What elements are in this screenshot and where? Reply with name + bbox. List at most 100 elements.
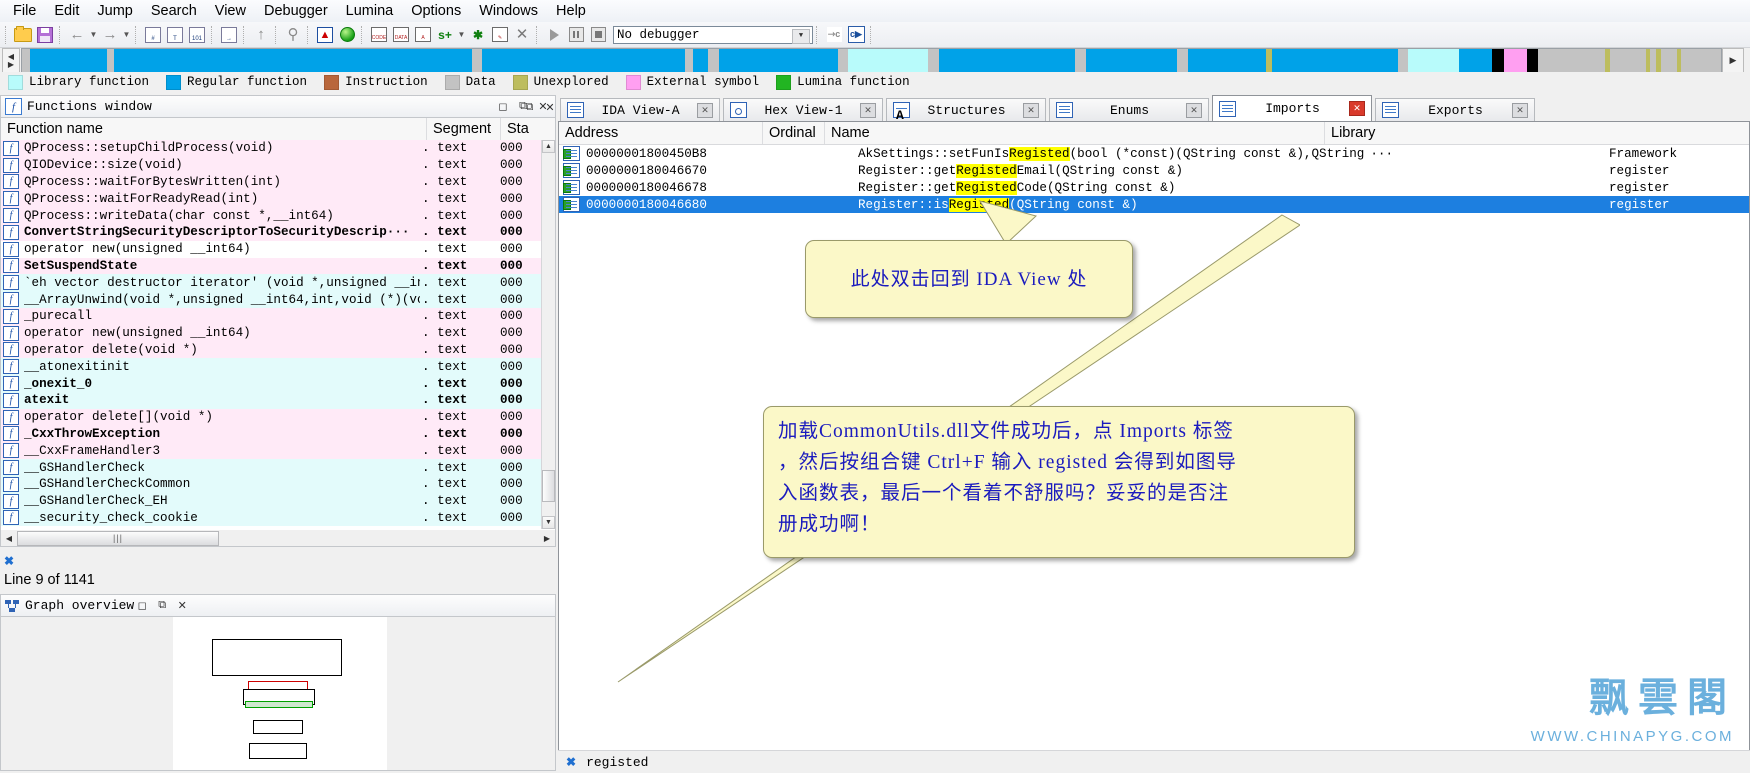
table-row[interactable]: f _purecall . text 000 [1, 307, 542, 325]
make-data-icon[interactable]: DATA [390, 24, 412, 46]
undefine-icon[interactable]: ✕ [511, 24, 533, 46]
column-header-function-name[interactable]: Function name [1, 118, 427, 140]
table-row[interactable]: f operator new(unsigned __int64) . text 000 [1, 324, 542, 342]
tab-close-icon[interactable]: ✕ [1023, 102, 1039, 118]
functions-vertical-scrollbar[interactable]: ▲ ▼ [541, 140, 555, 529]
menu-item-search[interactable]: Search [142, 1, 206, 21]
table-row[interactable]: f QProcess::setupChildProcess(void) . text… [1, 140, 542, 157]
column-header-ordinal[interactable]: Ordinal [763, 122, 825, 144]
tab-close-icon[interactable]: ✕ [860, 102, 876, 118]
nav-band-scroll-arrows[interactable]: ◀ ▶ [2, 48, 20, 73]
table-row[interactable]: f __atonexitinit . text 000 [1, 358, 542, 376]
scroll-up-arrow-icon[interactable]: ▲ [542, 140, 555, 153]
table-row[interactable]: 00000001800450B8 AkSettings::setFunIsRegi… [559, 145, 1749, 162]
run-to-cursor-c-icon[interactable]: c▶ [845, 24, 867, 46]
tab-hex-view-1[interactable]: Hex View-1 ✕ [723, 98, 883, 121]
string-type-chevron-down-icon[interactable]: ▼ [456, 24, 467, 46]
make-array-icon[interactable]: A [412, 24, 434, 46]
scroll-left-arrow-icon[interactable]: ◀ [1, 531, 17, 546]
menu-item-edit[interactable]: Edit [45, 1, 88, 21]
make-code-icon[interactable]: CODE [368, 24, 390, 46]
navigate-forward-icon[interactable]: → [99, 24, 121, 46]
nav-band-overflow-icon[interactable]: ▶ [1722, 48, 1744, 73]
table-row[interactable]: f atexit . text 000 [1, 391, 542, 409]
menu-item-view[interactable]: View [206, 1, 255, 21]
table-row[interactable]: f operator new(unsigned __int64) . text 000 [1, 241, 542, 258]
restore-icon[interactable]: ⧉ [154, 598, 170, 614]
tab-ida-view-a[interactable]: IDA View-A ✕ [560, 98, 720, 121]
table-row[interactable]: f QProcess::writeData(char const *,__int6… [1, 207, 542, 224]
table-row[interactable]: 0000000180046670 Register::getRegistedEma… [559, 162, 1749, 179]
edit-function-icon[interactable]: ✎ [489, 24, 511, 46]
menu-item-jump[interactable]: Jump [88, 1, 141, 21]
table-row[interactable]: f __GSHandlerCheck . text 000 [1, 459, 542, 476]
menu-item-debugger[interactable]: Debugger [255, 1, 337, 21]
nav-band-strip[interactable] [21, 48, 1722, 73]
forward-history-chevron-down-icon[interactable]: ▼ [121, 24, 132, 46]
column-header-name[interactable]: Name [825, 122, 1325, 144]
scrollbar-thumb[interactable] [542, 470, 555, 502]
graph-overview-canvas[interactable] [0, 616, 556, 771]
close-search-icon[interactable]: ✖ [566, 755, 576, 769]
table-row[interactable]: f __GSHandlerCheckCommon . text 000 [1, 475, 542, 493]
scroll-right-arrow-icon[interactable]: ▶ [539, 531, 555, 546]
table-row[interactable]: f _CxxThrowException . text 000 [1, 425, 542, 443]
tab-enums[interactable]: Enums ✕ [1049, 98, 1209, 121]
column-header-address[interactable]: Address [559, 122, 763, 144]
make-string-icon[interactable]: s+ [434, 24, 456, 46]
hscrollbar-thumb[interactable]: ||| [17, 530, 219, 546]
navigate-back-icon[interactable]: ← [66, 24, 88, 46]
search-text-icon[interactable]: T [164, 24, 186, 46]
search-immediate-icon[interactable]: 101 [186, 24, 208, 46]
table-row[interactable]: f operator delete[](void *) . text 000 [1, 408, 542, 426]
table-row[interactable]: f __security_check_cookie . text 000 [1, 509, 542, 527]
table-row[interactable]: f SetSuspendState . text 000 [1, 257, 542, 275]
menu-item-file[interactable]: File [4, 1, 45, 21]
stop-debugger-icon[interactable] [587, 24, 609, 46]
functions-horizontal-scrollbar[interactable]: ◀ ||| ▶ [1, 530, 555, 546]
close-icon[interactable]: ✕ [174, 598, 190, 614]
column-header-library[interactable]: Library [1325, 122, 1475, 144]
tab-close-icon[interactable]: ✕ [1512, 102, 1528, 118]
maximize-icon[interactable]: ◻ [495, 99, 511, 115]
table-row[interactable]: f `eh vector destructor iterator' (void *… [1, 274, 542, 292]
menu-item-windows[interactable]: Windows [470, 1, 547, 21]
back-history-chevron-down-icon[interactable]: ▼ [88, 24, 99, 46]
problems-warning-icon[interactable]: ▲ [314, 24, 336, 46]
tab-close-icon[interactable]: ✕ [1349, 101, 1365, 116]
pause-debugger-icon[interactable] [565, 24, 587, 46]
jump-up-icon[interactable]: ↑ [250, 24, 272, 46]
column-header-segment[interactable]: Segment [427, 118, 501, 140]
table-row[interactable]: f __CxxFrameHandler3 . text 000 [1, 442, 542, 460]
save-icon[interactable] [34, 24, 56, 46]
menu-item-options[interactable]: Options [402, 1, 470, 21]
close-search-icon[interactable]: ✖ [4, 554, 14, 568]
table-row[interactable]: f operator delete(void *) . text 000 [1, 341, 542, 359]
tab-structures[interactable]: A Structures ✕ [886, 98, 1046, 123]
maximize-icon[interactable]: ◻ [134, 598, 150, 614]
tab-close-icon[interactable]: ✕ [697, 102, 713, 118]
tab-close-icon[interactable]: ✕ [1186, 102, 1202, 118]
table-row[interactable]: f ConvertStringSecurityDescriptorToSecuri… [1, 223, 542, 241]
column-header-start[interactable]: Sta [501, 118, 545, 140]
scroll-down-arrow-icon[interactable]: ▼ [542, 516, 555, 529]
table-row[interactable]: f _onexit_0 . text 000 [1, 375, 542, 392]
make-struct-icon[interactable]: ✱ [467, 24, 489, 46]
unlock-icon[interactable]: ⚲ [282, 24, 304, 46]
tab-exports[interactable]: Exports ✕ [1375, 98, 1535, 121]
functions-row-list[interactable]: f QProcess::setupChildProcess(void). text… [1, 140, 542, 529]
table-row[interactable]: f __GSHandlerCheck_EH . text 000 [1, 492, 542, 510]
panel-restore-icon[interactable]: ⧉ [525, 99, 533, 115]
table-row[interactable]: f __ArrayUnwind(void *,unsigned __int64,i… [1, 291, 542, 308]
tab-imports[interactable]: Imports ✕ [1212, 95, 1372, 121]
search-binary-icon[interactable]: # [142, 24, 164, 46]
step-into-c-icon[interactable]: ⇾c [823, 24, 845, 46]
menu-item-lumina[interactable]: Lumina [337, 1, 403, 21]
panel-close-icon[interactable]: ✕ [545, 99, 554, 115]
debugger-select[interactable]: No debugger ▼ [613, 25, 813, 44]
table-row[interactable]: f QIODevice::size(void) . text 000 [1, 156, 542, 174]
open-file-icon[interactable] [12, 24, 34, 46]
run-debugger-icon[interactable] [543, 24, 565, 46]
table-row[interactable]: f QProcess::waitForBytesWritten(int) . tex… [1, 173, 542, 191]
jump-to-address-icon[interactable]: → [218, 24, 240, 46]
